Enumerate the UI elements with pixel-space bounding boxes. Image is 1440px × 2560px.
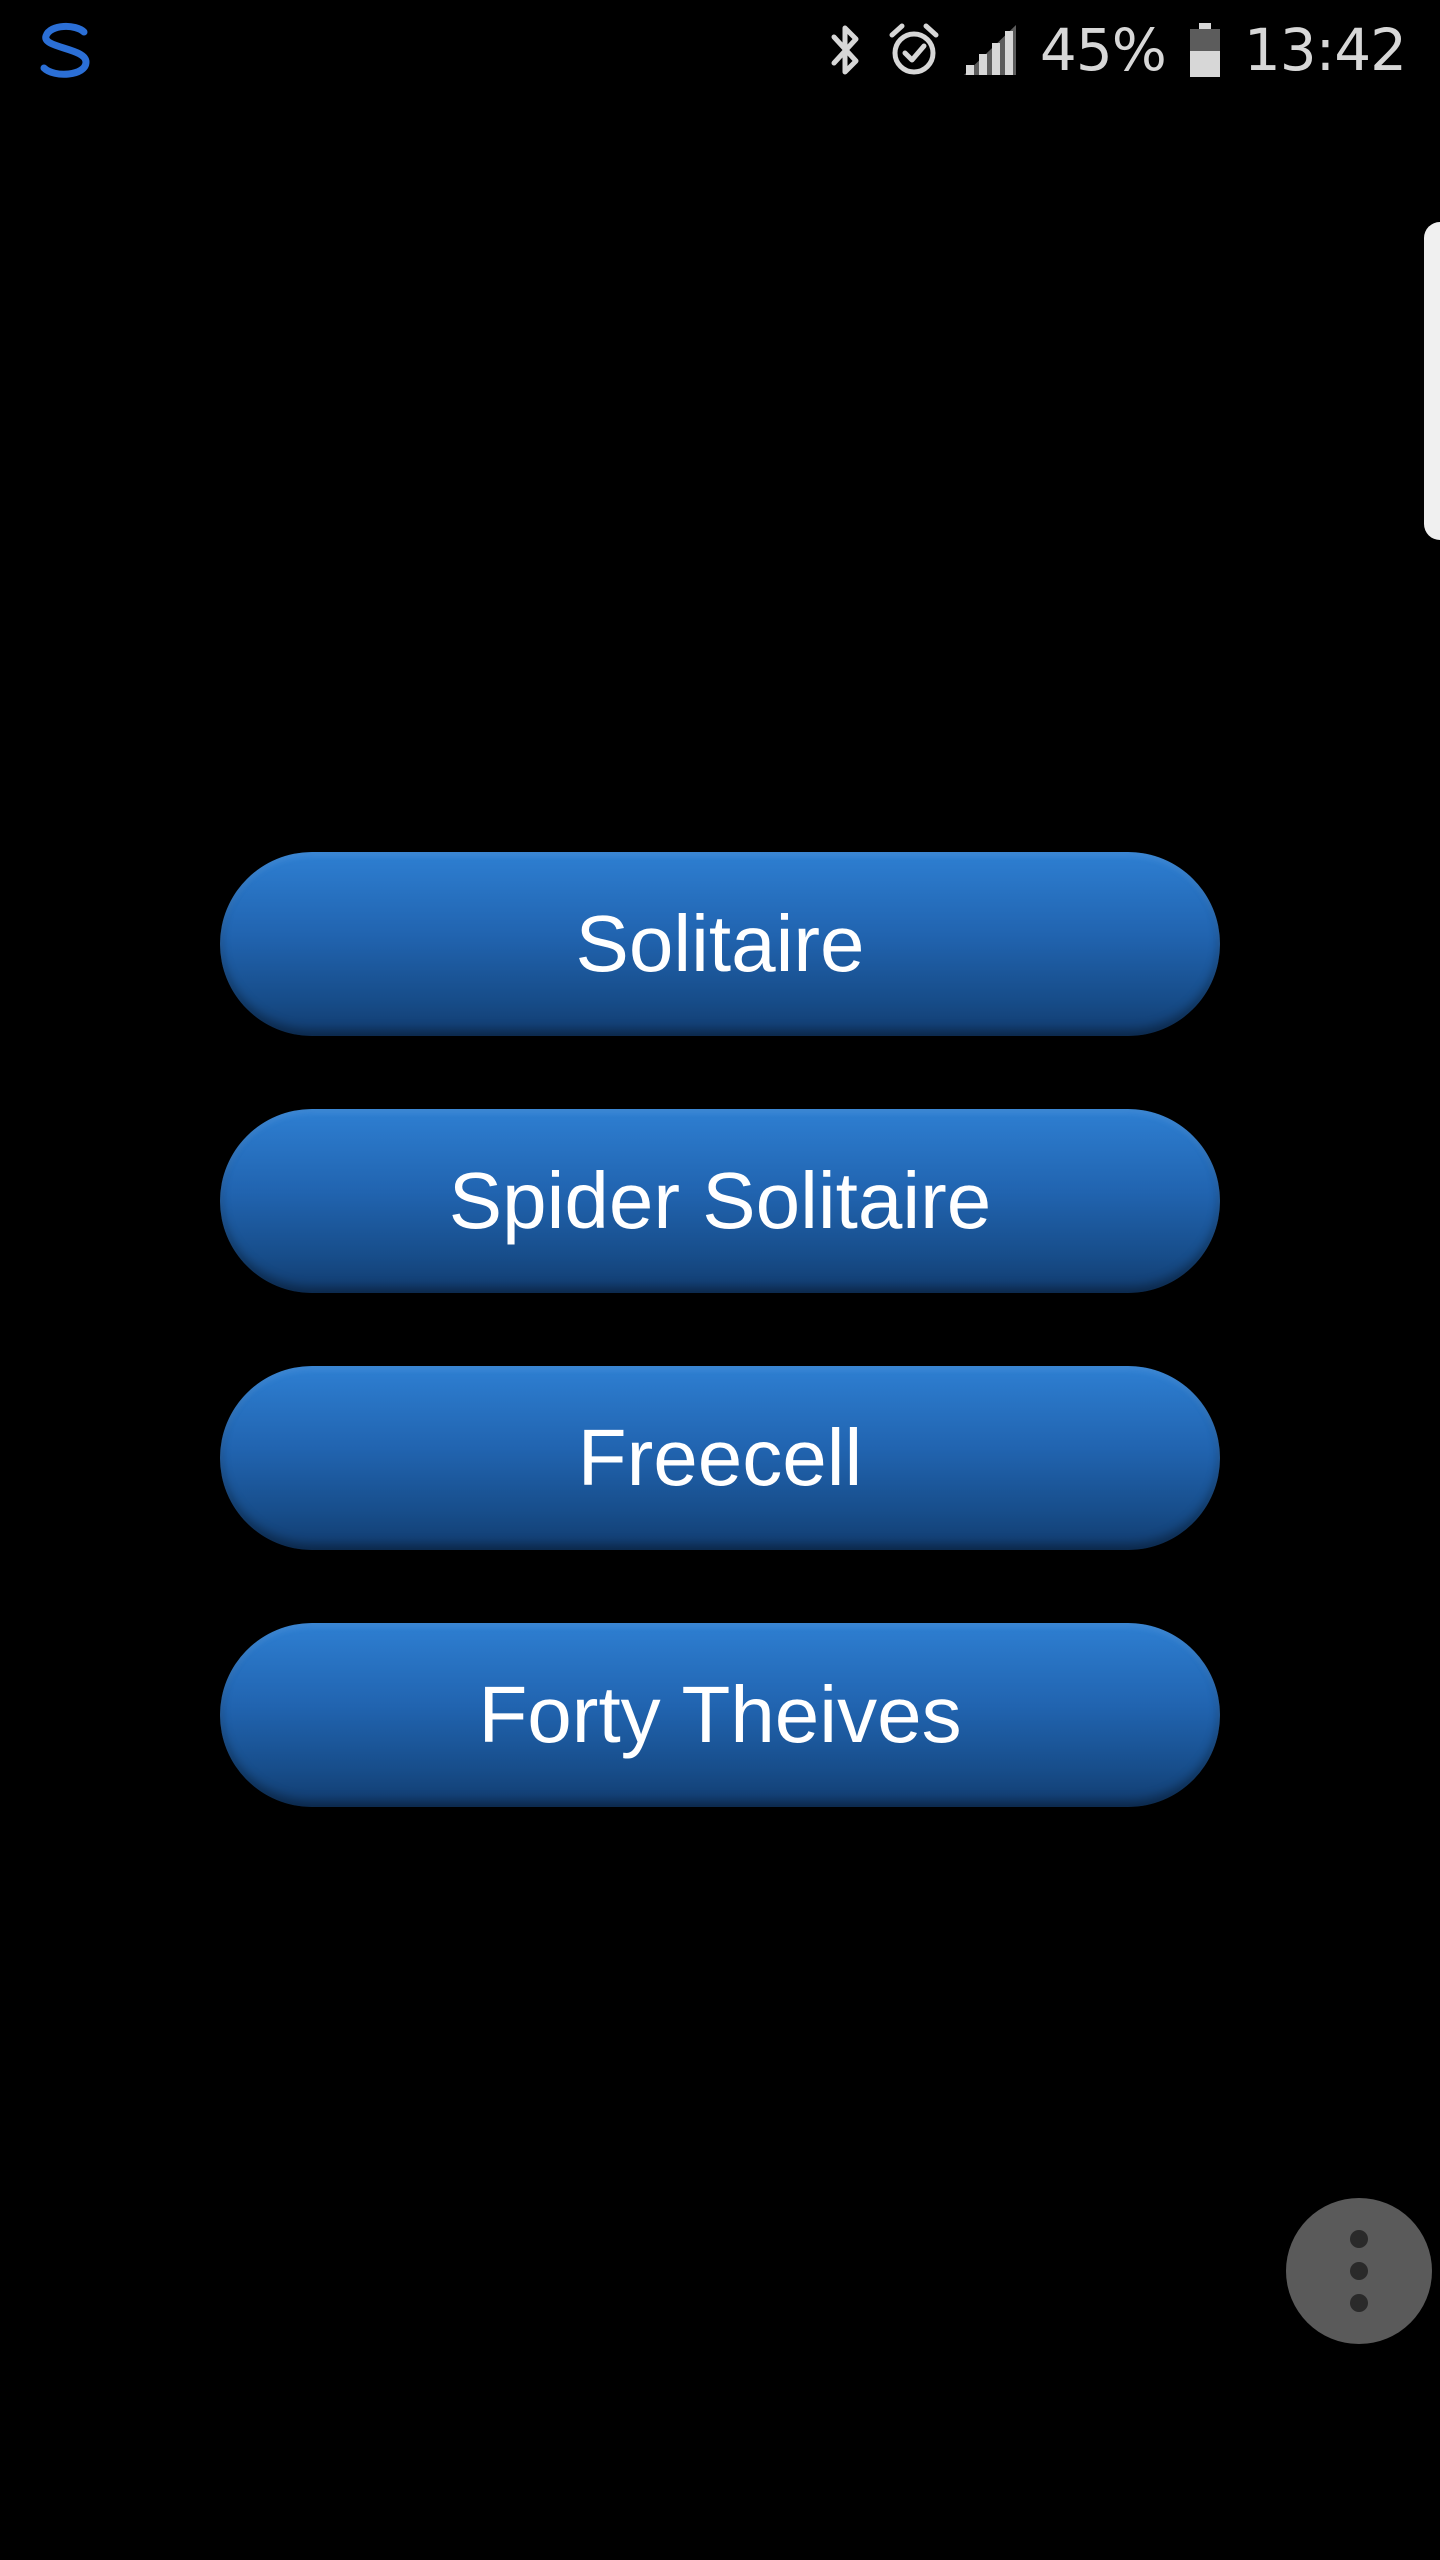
- bluetooth-icon: [826, 21, 866, 79]
- forty-theives-button[interactable]: Forty Theives: [220, 1623, 1220, 1807]
- battery-icon: [1188, 21, 1222, 79]
- spider-solitaire-button[interactable]: Spider Solitaire: [220, 1109, 1220, 1293]
- alarm-icon: [888, 21, 940, 79]
- solitaire-button[interactable]: Solitaire: [220, 852, 1220, 1036]
- s-logo-icon: [36, 20, 96, 80]
- edge-panel-handle[interactable]: [1424, 222, 1440, 540]
- more-vertical-icon[interactable]: [1286, 2198, 1432, 2344]
- battery-percent: 45%: [1039, 16, 1167, 84]
- clock: 13:42: [1243, 16, 1407, 84]
- signal-icon: [962, 21, 1018, 79]
- status-bar: 45% 13:42: [0, 0, 1440, 100]
- freecell-button[interactable]: Freecell: [220, 1366, 1220, 1550]
- status-icons: 45% 13:42: [826, 14, 1407, 86]
